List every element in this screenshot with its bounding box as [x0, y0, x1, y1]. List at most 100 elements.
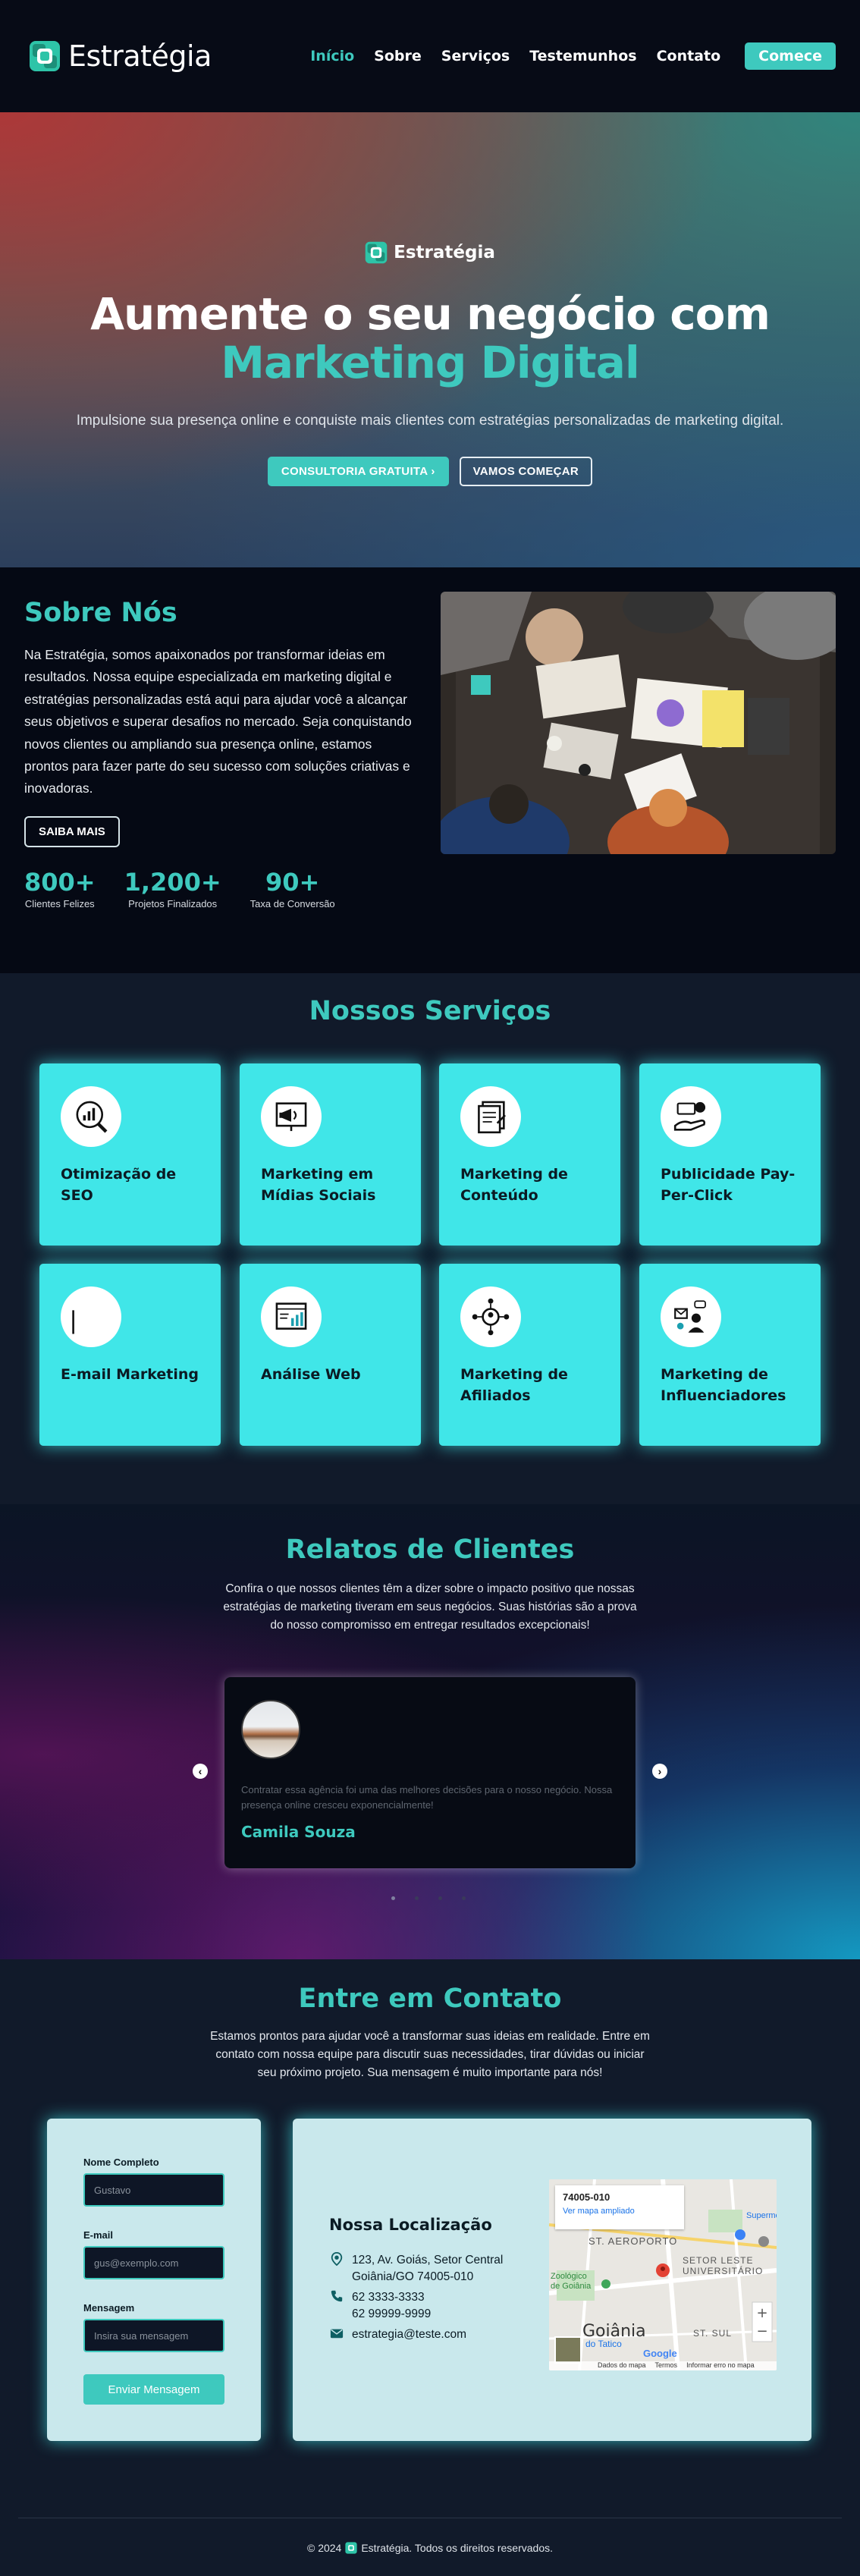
address-line1: 123, Av. Goiás, Setor Central: [352, 2254, 504, 2267]
service-name: Marketing de Influenciadores: [661, 1366, 786, 1404]
consultoria-button-label: CONSULTORIA GRATUITA: [281, 465, 428, 478]
testimonial-card: Contratar essa agência foi uma das melho…: [224, 1677, 636, 1868]
stat-projetos: 1,200+ Projetos Finalizados: [124, 868, 221, 909]
service-card-influencer[interactable]: Marketing de Influenciadores: [639, 1264, 821, 1446]
logo-mark-icon: [365, 241, 388, 264]
contact-section: Entre em Contato Estamos prontos para aj…: [0, 1959, 860, 2576]
stat-value: 90+: [265, 868, 320, 897]
carousel-prev-button[interactable]: ‹: [193, 1764, 208, 1779]
message-field[interactable]: Insira sua mensagem: [83, 2319, 224, 2352]
map-label-st-sul: ST. SUL: [693, 2328, 733, 2339]
name-label: Nome Completo: [83, 2157, 159, 2168]
carousel-dot[interactable]: [438, 1896, 442, 1900]
service-name: Análise Web: [261, 1366, 361, 1383]
carousel-dot[interactable]: [415, 1896, 419, 1900]
stat-value: 1,200+: [124, 868, 221, 897]
footer-brand: Estratégia: [361, 2542, 410, 2554]
address-line2: Goiânia/GO 74005-010: [352, 2270, 474, 2283]
consultoria-button[interactable]: CONSULTORIA GRATUITA ›: [267, 457, 449, 486]
map-label-tatico: do Tatico: [585, 2339, 622, 2349]
map-terms-link[interactable]: Termos: [655, 2361, 678, 2369]
testimonial-quote: Contratar essa agência foi uma das melho…: [241, 1784, 613, 1811]
email-field[interactable]: gus@exemplo.com: [83, 2246, 224, 2279]
site-header: Estratégia Início Sobre Serviços Testemu…: [0, 0, 860, 112]
comece-button[interactable]: Comece: [745, 42, 836, 70]
nav-item-servicos[interactable]: Serviços: [441, 48, 510, 64]
about-text: Na Estratégia, somos apaixonados por tra…: [24, 647, 412, 796]
services-title: Nossos Serviços: [309, 996, 551, 1026]
megaphone-icon: [261, 1086, 322, 1147]
map-enlarge-link[interactable]: Ver mapa ampliado: [563, 2207, 676, 2216]
contact-intro: Estamos prontos para ajudar você a trans…: [210, 2030, 650, 2079]
service-card-social[interactable]: Marketing em Mídias Sociais: [240, 1063, 421, 1246]
logo-mark-icon: [345, 2542, 357, 2554]
service-card-email[interactable]: E-mail Marketing: [39, 1264, 221, 1446]
nav-item-testemunhos[interactable]: Testemunhos: [529, 48, 636, 64]
copyright-prefix: © 2024: [306, 2542, 342, 2554]
services-section: Nossos Serviços Otimização de SEO Market…: [0, 973, 860, 1504]
envelope-icon: [329, 2326, 344, 2342]
email-address[interactable]: estrategia@teste.com: [352, 2326, 466, 2343]
nav-item-contato[interactable]: Contato: [657, 48, 721, 64]
copyright: © 2024 Estratégia. Todos os direitos res…: [0, 2542, 860, 2554]
brand-logo[interactable]: Estratégia: [29, 39, 212, 73]
logo-mark-icon: [30, 41, 60, 71]
carousel-dot[interactable]: [391, 1896, 395, 1900]
service-card-seo[interactable]: Otimização de SEO: [39, 1063, 221, 1246]
service-card-affiliate[interactable]: Marketing de Afiliados: [439, 1264, 620, 1446]
email-label: E-mail: [83, 2229, 114, 2241]
hero-title: Aumente o seu negócio com Marketing Digi…: [0, 290, 860, 387]
map-label-aeroporto: ST. AEROPORTO: [589, 2235, 678, 2247]
zoom-out-icon[interactable]: −: [756, 2323, 767, 2339]
avatar: [241, 1700, 300, 1759]
saiba-mais-button[interactable]: SAIBA MAIS: [24, 816, 120, 847]
stat-conversao: 90+ Taxa de Conversão: [250, 868, 335, 909]
map-data-link[interactable]: Dados do mapa: [598, 2361, 646, 2369]
stat-value: 800+: [24, 868, 96, 897]
service-name: Otimização de SEO: [61, 1166, 177, 1204]
service-name: E-mail Marketing: [61, 1366, 199, 1383]
about-section: Sobre Nós Na Estratégia, somos apaixonad…: [0, 567, 860, 973]
main-nav: Início Sobre Serviços Testemunhos Contat…: [310, 42, 836, 70]
service-card-ppc[interactable]: Publicidade Pay-Per-Click: [639, 1063, 821, 1246]
nav-item-sobre[interactable]: Sobre: [374, 48, 422, 64]
service-card-analytics[interactable]: Análise Web: [240, 1264, 421, 1446]
copyright-suffix: . Todos os direitos reservados.: [409, 2542, 554, 2554]
contact-title: Entre em Contato: [298, 1984, 562, 2014]
location-card: Nossa Localização 123, Av. Goiás, Setor …: [293, 2119, 811, 2441]
testimonial-author: Camila Souza: [241, 1823, 356, 1841]
hero-brand: Estratégia: [0, 241, 860, 264]
vamos-comecar-button[interactable]: VAMOS COMEÇAR: [459, 457, 593, 486]
map-report-link[interactable]: Informar erro no mapa: [686, 2361, 755, 2369]
email-icon: [61, 1286, 121, 1347]
carousel-next-button[interactable]: ›: [652, 1764, 667, 1779]
carousel-dot[interactable]: [462, 1896, 466, 1900]
service-name: Marketing de Afiliados: [460, 1366, 568, 1404]
map-pin-icon: [329, 2251, 344, 2267]
map-label-setor-leste: SETOR LESTE UNIVERSITÁRIO: [683, 2255, 764, 2276]
chevron-right-icon: ›: [431, 465, 435, 478]
hero-buttons: CONSULTORIA GRATUITA › VAMOS COMEÇAR: [0, 457, 860, 486]
stat-label: Taxa de Conversão: [250, 898, 335, 909]
seo-chart-icon: [61, 1086, 121, 1147]
google-logo: Google: [643, 2348, 677, 2359]
email-row: estrategia@teste.com: [329, 2326, 466, 2343]
testimonials-title: Relatos de Clientes: [285, 1535, 575, 1565]
zoom-in-icon[interactable]: +: [756, 2305, 767, 2321]
team-meeting-photo: [441, 592, 836, 854]
send-message-button[interactable]: Enviar Mensagem: [83, 2374, 224, 2405]
name-field[interactable]: Gustavo: [83, 2173, 224, 2207]
testimonials-section: Relatos de Clientes Confira o que nossos…: [0, 1504, 860, 1959]
service-name: Publicidade Pay-Per-Click: [661, 1166, 796, 1204]
phone-1: 62 3333-3333: [352, 2291, 425, 2304]
about-title: Sobre Nós: [24, 598, 177, 628]
service-name: Marketing em Mídias Sociais: [261, 1166, 376, 1204]
hero-title-line1: Aumente o seu negócio com: [90, 288, 771, 340]
influencer-icon: [661, 1286, 721, 1347]
nav-item-inicio[interactable]: Início: [310, 48, 354, 64]
contact-form: Nome Completo Gustavo E-mail gus@exemplo…: [47, 2119, 261, 2441]
hero-subtitle: Impulsione sua presença online e conquis…: [76, 413, 784, 429]
embedded-map[interactable]: + − 74005-010 Ver mapa ampliado ST. AERO…: [549, 2179, 777, 2370]
stat-label: Projetos Finalizados: [128, 898, 218, 909]
service-card-content[interactable]: Marketing de Conteúdo: [439, 1063, 620, 1246]
